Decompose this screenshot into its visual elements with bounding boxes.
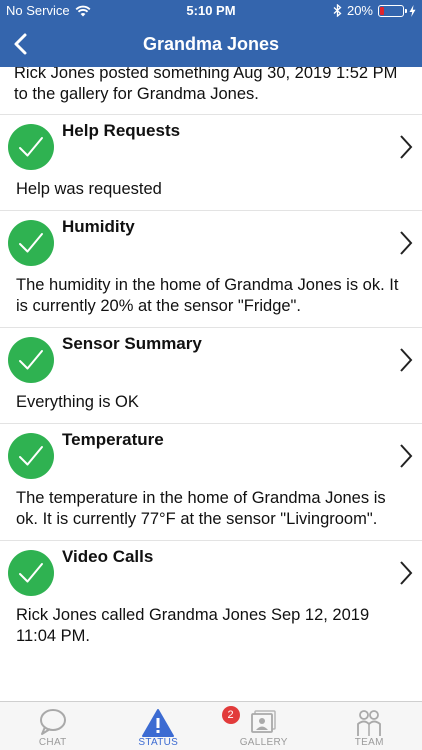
item-title: Help Requests: [62, 121, 181, 140]
gallery-post-text: Rick Jones posted something Aug 30, 2019…: [14, 67, 398, 103]
status-item-sensor-summary[interactable]: Sensor Summary Everything is OK: [0, 327, 422, 423]
check-icon: [8, 124, 54, 170]
tab-chat[interactable]: CHAT: [0, 702, 106, 750]
item-title: Video Calls: [62, 547, 154, 566]
check-icon: [8, 220, 54, 266]
tab-label: GALLERY: [239, 737, 288, 748]
chevron-right-icon[interactable]: [398, 443, 414, 469]
check-icon: [8, 337, 54, 383]
tab-bar: CHAT 2 STATUS GALLERY TEAM: [0, 701, 422, 750]
item-body: Help was requested: [16, 180, 162, 198]
item-title: Temperature: [62, 430, 164, 449]
status-feed[interactable]: Rick Jones posted something Aug 30, 2019…: [0, 67, 422, 701]
chat-bubble-icon: [39, 709, 66, 735]
page-title: Grandma Jones: [142, 34, 280, 54]
nav-bar: Grandma Jones: [0, 22, 422, 67]
check-icon: [8, 550, 54, 596]
tab-label: TEAM: [354, 737, 384, 748]
check-icon: [8, 433, 54, 479]
chevron-right-icon[interactable]: [398, 230, 414, 256]
battery-percent: 20%: [346, 3, 373, 18]
item-title: Sensor Summary: [62, 334, 202, 353]
chevron-right-icon[interactable]: [398, 134, 414, 160]
tab-label: CHAT: [38, 737, 67, 748]
app-header: No Service 5:10 PM 20% Grandma Jones: [0, 0, 422, 67]
status-bar: No Service 5:10 PM 20%: [0, 0, 422, 22]
chevron-right-icon[interactable]: [398, 560, 414, 586]
tab-gallery[interactable]: GALLERY: [211, 702, 317, 750]
status-item-video-calls[interactable]: Video Calls Rick Jones called Grandma Jo…: [0, 540, 422, 657]
warning-triangle-icon: [142, 709, 175, 737]
battery-icon: [378, 4, 407, 17]
tab-status[interactable]: 2 STATUS: [106, 702, 240, 750]
status-item-help-requests[interactable]: Help Requests Help was requested: [0, 114, 422, 210]
bluetooth-icon: [333, 4, 342, 17]
team-people-icon: [357, 710, 382, 736]
item-body: The humidity in the home of Grandma Jone…: [16, 276, 399, 315]
item-body: Rick Jones called Grandma Jones Sep 12, …: [16, 606, 370, 645]
tab-label: STATUS: [138, 737, 179, 748]
item-body: Everything is OK: [16, 393, 139, 411]
status-item-humidity[interactable]: Humidity The humidity in the home of Gra…: [0, 210, 422, 327]
charging-bolt-icon: [409, 4, 416, 17]
chevron-right-icon[interactable]: [398, 347, 414, 373]
status-item-temperature[interactable]: Temperature The temperature in the home …: [0, 423, 422, 540]
item-body: The temperature in the home of Grandma J…: [16, 489, 386, 528]
tab-team[interactable]: TEAM: [317, 702, 422, 750]
photo-gallery-icon: [250, 710, 276, 733]
item-title: Humidity: [62, 217, 135, 236]
